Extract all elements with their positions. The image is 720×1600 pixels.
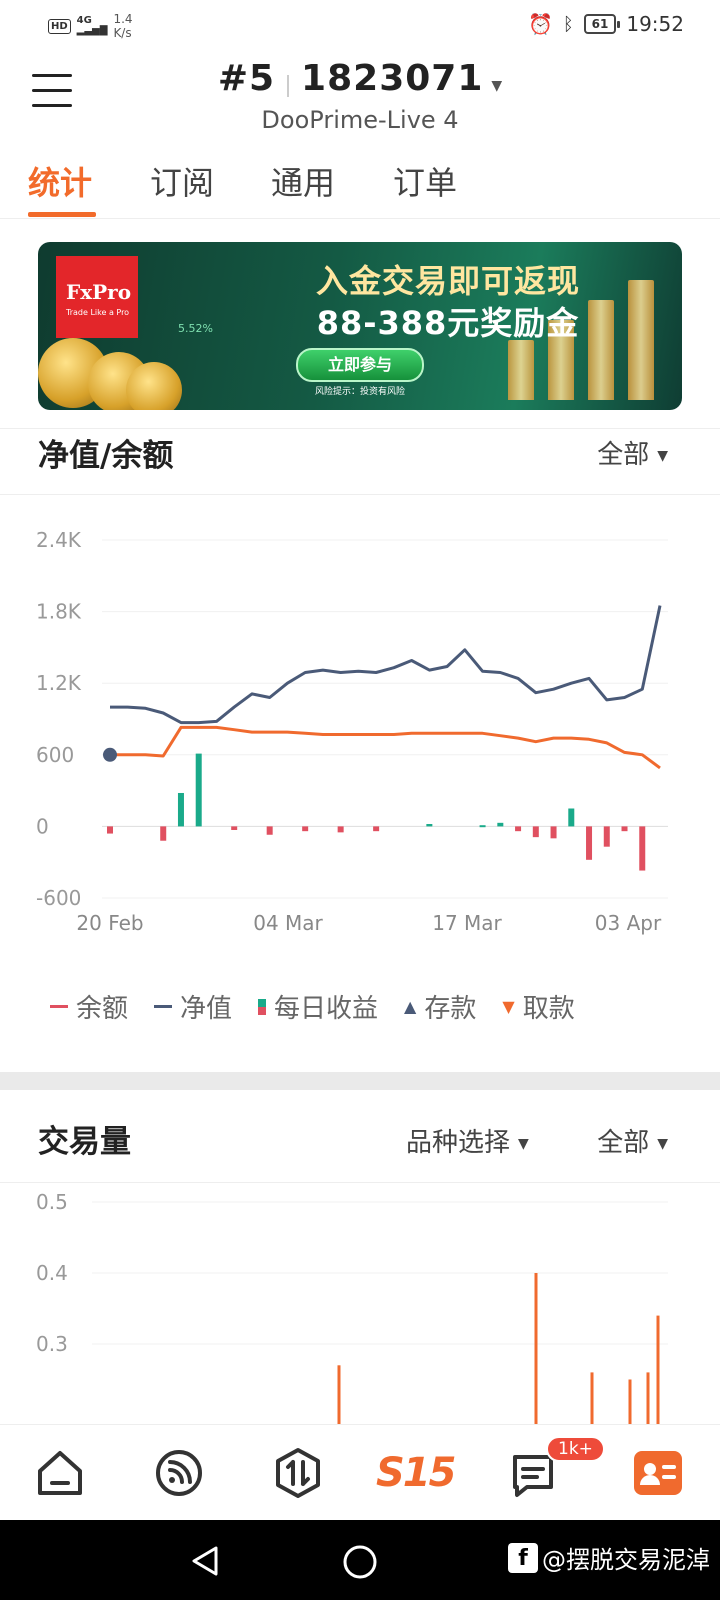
feed-icon[interactable]	[151, 1445, 207, 1501]
y-tick-label: 2.4K	[36, 528, 82, 552]
tab-bar: 统计 订阅 通用 订单	[0, 158, 720, 219]
hd-indicator: HD	[48, 18, 71, 34]
y-tick-label: 1.8K	[36, 600, 82, 624]
y-tick-label: 0.3	[36, 1332, 68, 1356]
daily-profit-bar	[107, 826, 113, 834]
legend-equity[interactable]: 净值	[154, 988, 232, 1025]
chevron-down-icon: ▼	[657, 447, 668, 464]
home-icon[interactable]	[32, 1445, 88, 1501]
x-tick-label: 17 Mar	[432, 911, 502, 935]
x-tick-label: 20 Feb	[76, 911, 143, 935]
volume-bar	[337, 1365, 341, 1426]
network-speed: 1.4 K/s	[113, 12, 133, 40]
s15-icon[interactable]: S15	[376, 1445, 456, 1501]
equity-balance-chart: 2.4K 1.8K 1.2K 600 0 -60020 Feb 04 Mar 17 Mar 03…	[36, 528, 668, 935]
chart-legend: 余额 净值 每日收益 ▲ 存款 ▼ 取款	[50, 988, 710, 1025]
battery-icon: 61	[583, 14, 621, 34]
daily-profit-bar	[302, 826, 309, 832]
alarm-icon: ⏰	[527, 12, 553, 36]
daily-profit-bar	[337, 826, 344, 833]
tab-stats[interactable]: 统计	[28, 158, 92, 204]
daily-profit-bar	[603, 826, 610, 847]
chevron-down-icon: ▼	[491, 77, 503, 94]
fxpro-logo: FxPro Trade Like a Pro	[56, 256, 138, 338]
section-divider	[0, 1072, 720, 1090]
equity-section-title: 净值/余额	[38, 438, 174, 474]
tab-subscribe[interactable]: 订阅	[150, 158, 214, 204]
promo-banner[interactable]: FxPro Trade Like a Pro 5.52% 入金交易即可返现 88…	[38, 242, 682, 410]
y-tick-label: 1.2K	[36, 671, 82, 695]
y-tick-label: 600	[36, 743, 74, 767]
y-tick-label: 0.5	[36, 1190, 68, 1214]
y-tick-label: -600	[36, 886, 81, 910]
daily-profit-bar	[160, 826, 167, 841]
active-tab-indicator	[28, 212, 96, 217]
back-icon[interactable]	[188, 1544, 222, 1578]
banner-risk-note: 风险提示：投资有风险	[314, 387, 405, 397]
trade-icon[interactable]	[270, 1445, 326, 1501]
deposit-marker	[103, 747, 117, 762]
volume-filter-select[interactable]: 全部 ▼	[597, 1122, 668, 1159]
volume-bar	[628, 1379, 632, 1426]
x-tick-label: 04 Mar	[253, 911, 323, 935]
x-tick-label: 03 Apr	[595, 911, 662, 935]
daily-profit-bar	[479, 825, 486, 828]
bottom-nav: S15	[0, 1424, 720, 1521]
volume-chart: 0.5 0.4 0.3	[36, 1190, 668, 1426]
daily-profit-bar	[426, 824, 433, 827]
tab-orders[interactable]: 订单	[393, 158, 457, 204]
volume-section-title: 交易量	[38, 1124, 131, 1160]
daily-profit-bar	[373, 826, 380, 832]
status-bar: HD 4G ▂▃▅▇ 1.4 K/s ⏰ ᛒ 61 19:52	[0, 0, 720, 50]
y-tick-label: 0	[36, 814, 49, 838]
y-tick-label: 0.4	[36, 1261, 68, 1285]
volume-bar	[534, 1273, 538, 1426]
daily-profit-bar	[639, 826, 646, 871]
volume-bar	[656, 1315, 660, 1426]
product-select[interactable]: 品种选择 ▼	[406, 1122, 529, 1159]
legend-balance[interactable]: 余额	[50, 988, 128, 1025]
daily-profit-bar	[621, 826, 628, 832]
tab-general[interactable]: 通用	[271, 158, 335, 204]
legend-withdraw[interactable]: ▼ 取款	[502, 988, 574, 1025]
daily-profit-bar	[266, 826, 273, 835]
legend-daily-profit[interactable]: 每日收益	[258, 988, 378, 1025]
equity-line	[110, 605, 662, 725]
balance-line	[110, 725, 661, 770]
volume-bar	[590, 1372, 594, 1426]
daily-profit-bar	[586, 826, 593, 860]
clock: 19:52	[626, 12, 684, 36]
account-number: 1823071	[301, 58, 484, 99]
profile-icon[interactable]	[630, 1445, 686, 1501]
daily-profit-bar	[497, 822, 504, 827]
server-name: DooPrime-Live 4	[261, 106, 459, 134]
daily-profit-bar	[568, 808, 575, 827]
system-nav-bar: f @摆脱交易泥淖	[0, 1520, 720, 1600]
volume-bar	[646, 1372, 650, 1426]
daily-profit-bar	[195, 753, 202, 827]
banner-pct: 5.52%	[178, 322, 213, 335]
chevron-down-icon: ▼	[657, 1135, 668, 1152]
banner-headline-1: 入金交易即可返现	[315, 262, 580, 300]
account-switcher[interactable]: #5 1823071 ▼	[0, 58, 720, 99]
daily-profit-bar	[515, 826, 522, 832]
network-icon: 4G ▂▃▅▇	[76, 15, 108, 36]
banner-headline-2: 88-388元奖励金	[316, 304, 580, 342]
equity-filter-select[interactable]: 全部 ▼	[597, 434, 668, 471]
banner-cta-button[interactable]: 立即参与	[296, 348, 424, 382]
legend-deposit[interactable]: ▲ 存款	[404, 988, 476, 1025]
watermark: f @摆脱交易泥淖	[508, 1540, 710, 1575]
daily-profit-bar	[177, 792, 184, 827]
home-circle-icon[interactable]	[342, 1544, 378, 1580]
account-index: #5	[217, 58, 276, 99]
message-badge: 1k+	[546, 1436, 605, 1462]
daily-profit-bar	[550, 826, 557, 839]
daily-profit-bar	[532, 826, 539, 838]
facebook-icon: f	[508, 1542, 538, 1573]
bluetooth-icon: ᛒ	[562, 13, 574, 35]
daily-profit-bar	[231, 826, 238, 830]
chevron-down-icon: ▼	[518, 1135, 529, 1152]
